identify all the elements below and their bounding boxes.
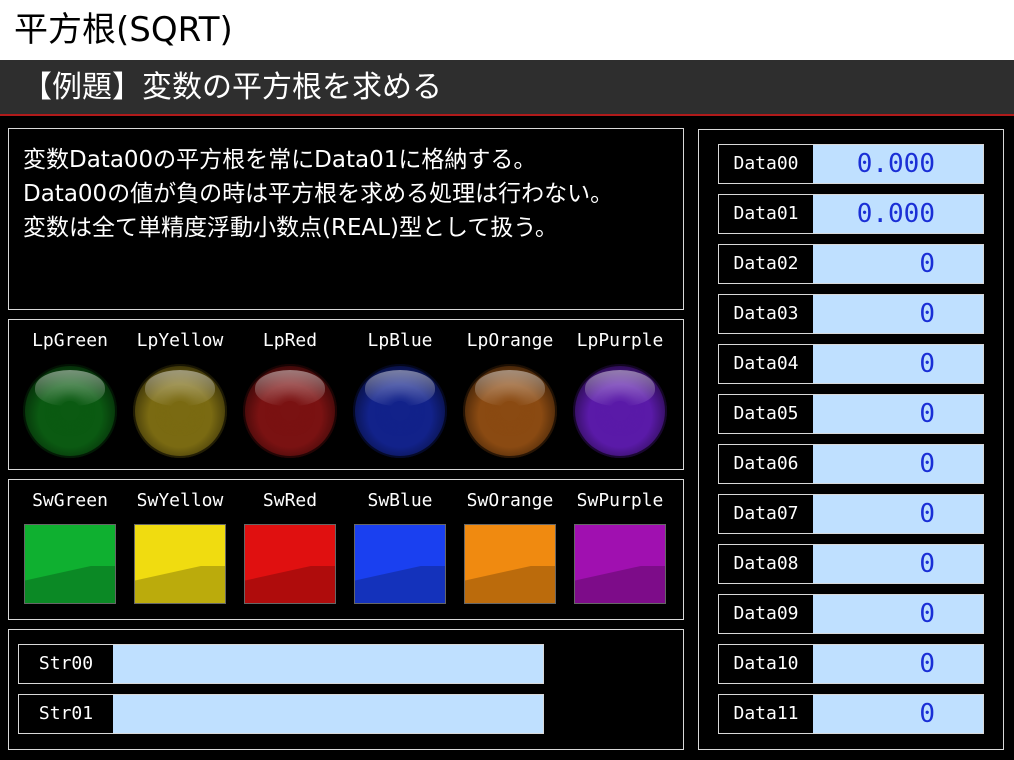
switch-purple[interactable]: SwPurple [565, 488, 675, 604]
data-name: Data03 [719, 295, 813, 333]
data-value-field[interactable]: 0 [813, 595, 983, 633]
lamp-purple-indicator-icon [573, 364, 667, 458]
page-title: 平方根(SQRT) [0, 0, 1014, 60]
data-name: Data08 [719, 545, 813, 583]
lamp-label: LpGreen [32, 330, 108, 351]
data-name: Data06 [719, 445, 813, 483]
data-name: Data11 [719, 695, 813, 733]
data-name: Data09 [719, 595, 813, 633]
data-value-field[interactable]: 0 [813, 245, 983, 283]
data-name: Data00 [719, 145, 813, 183]
description-panel: 変数Data00の平方根を常にData01に格納する。 Data00の値が負の時… [8, 128, 684, 310]
lamp-label: LpOrange [466, 330, 554, 351]
data-value-field[interactable]: 0 [813, 495, 983, 533]
data-row-data04: Data04 0 [718, 344, 984, 384]
data-name: Data04 [719, 345, 813, 383]
data-row-data01: Data01 0.000 [718, 194, 984, 234]
switch-orange[interactable]: SwOrange [455, 488, 565, 604]
data-row-data09: Data09 0 [718, 594, 984, 634]
switch-label: SwRed [262, 490, 318, 511]
switch-yellow[interactable]: SwYellow [125, 488, 235, 604]
lamp-red-indicator-icon [243, 364, 337, 458]
data-panel: Data00 0.000 Data01 0.000 Data02 0 Data0… [698, 129, 1004, 750]
string-row-str01: Str01 [18, 694, 544, 734]
switch-label: SwGreen [32, 490, 108, 511]
data-row-data10: Data10 0 [718, 644, 984, 684]
data-row-data00: Data00 0.000 [718, 144, 984, 184]
example-heading: 【例題】変数の平方根を求める [0, 60, 1014, 116]
string-value-field[interactable] [113, 645, 543, 683]
data-row-data05: Data05 0 [718, 394, 984, 434]
lamp-label: LpBlue [367, 330, 433, 351]
switch-red[interactable]: SwRed [235, 488, 345, 604]
lamp-green: LpGreen [15, 328, 125, 458]
lamp-purple: LpPurple [565, 328, 675, 458]
switch-blue-button[interactable] [354, 524, 446, 604]
switch-purple-button[interactable] [574, 524, 666, 604]
data-row-data06: Data06 0 [718, 444, 984, 484]
string-panel: Str00 Str01 [8, 629, 684, 750]
switch-green[interactable]: SwGreen [15, 488, 125, 604]
lamp-red: LpRed [235, 328, 345, 458]
switch-label: SwYellow [136, 490, 224, 511]
data-value-field[interactable]: 0 [813, 395, 983, 433]
description-line: Data00の値が負の時は平方根を求める処理は行わない。 [23, 181, 614, 207]
string-row-str00: Str00 [18, 644, 544, 684]
data-name: Data01 [719, 195, 813, 233]
switch-blue[interactable]: SwBlue [345, 488, 455, 604]
switch-label: SwPurple [576, 490, 664, 511]
data-name: Data02 [719, 245, 813, 283]
lamp-yellow: LpYellow [125, 328, 235, 458]
switch-panel: SwGreen SwYellow SwRed SwBlue SwOrange S… [8, 479, 684, 620]
lamp-blue-indicator-icon [353, 364, 447, 458]
switch-label: SwBlue [367, 490, 433, 511]
data-row-data02: Data02 0 [718, 244, 984, 284]
lamp-yellow-indicator-icon [133, 364, 227, 458]
lamp-label: LpPurple [576, 330, 664, 351]
switch-label: SwOrange [466, 490, 554, 511]
data-name: Data10 [719, 645, 813, 683]
switch-yellow-button[interactable] [134, 524, 226, 604]
description-line: 変数Data00の平方根を常にData01に格納する。 [23, 147, 537, 173]
lamp-label: LpRed [262, 330, 318, 351]
data-value-field[interactable]: 0 [813, 695, 983, 733]
data-row-data07: Data07 0 [718, 494, 984, 534]
data-value-field[interactable]: 0 [813, 345, 983, 383]
data-name: Data07 [719, 495, 813, 533]
string-value-field[interactable] [113, 695, 543, 733]
data-row-data03: Data03 0 [718, 294, 984, 334]
description-line: 変数は全て単精度浮動小数点(REAL)型として扱う。 [23, 215, 558, 241]
lamp-orange-indicator-icon [463, 364, 557, 458]
data-value-field[interactable]: 0 [813, 545, 983, 583]
data-row-data11: Data11 0 [718, 694, 984, 734]
data-value-field[interactable]: 0.000 [813, 195, 983, 233]
switch-green-button[interactable] [24, 524, 116, 604]
string-name: Str00 [19, 645, 113, 683]
data-row-data08: Data08 0 [718, 544, 984, 584]
lamp-green-indicator-icon [23, 364, 117, 458]
switch-orange-button[interactable] [464, 524, 556, 604]
data-value-field[interactable]: 0.000 [813, 145, 983, 183]
data-name: Data05 [719, 395, 813, 433]
lamp-label: LpYellow [136, 330, 224, 351]
data-value-field[interactable]: 0 [813, 445, 983, 483]
lamp-panel: LpGreen LpYellow LpRed LpBlue LpOrange L… [8, 319, 684, 470]
string-name: Str01 [19, 695, 113, 733]
lamp-orange: LpOrange [455, 328, 565, 458]
switch-red-button[interactable] [244, 524, 336, 604]
lamp-blue: LpBlue [345, 328, 455, 458]
data-value-field[interactable]: 0 [813, 295, 983, 333]
data-value-field[interactable]: 0 [813, 645, 983, 683]
